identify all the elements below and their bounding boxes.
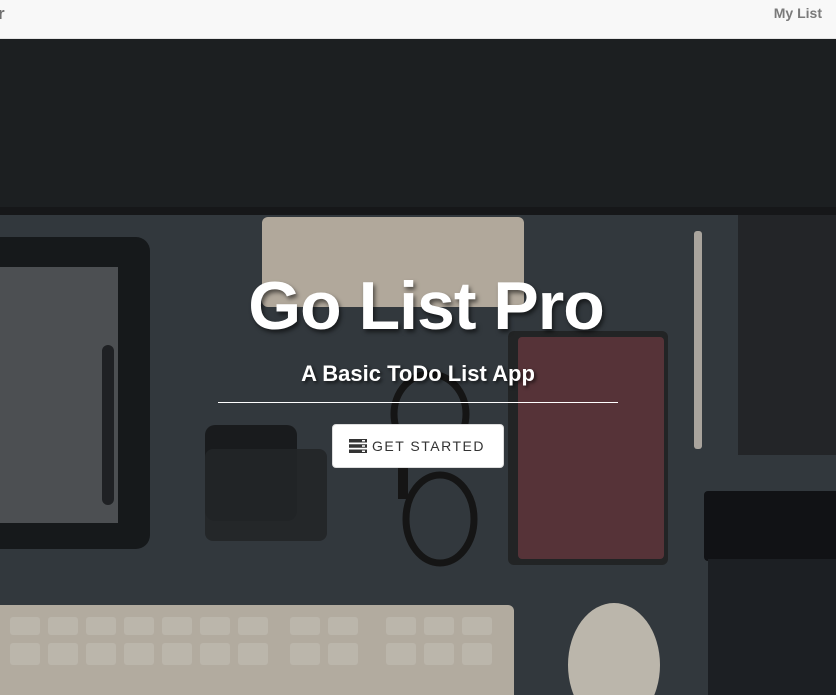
hero-content: Go List Pro A Basic ToDo List App GET ST… [0, 269, 836, 468]
hero-subtitle: A Basic ToDo List App [301, 361, 535, 386]
server-icon [349, 439, 368, 453]
navbar-brand[interactable]: r [0, 4, 5, 24]
nav-link-my-list[interactable]: My List [774, 5, 822, 21]
top-navbar: r My List [0, 0, 836, 39]
hero-divider [218, 402, 618, 403]
get-started-label: GET STARTED [372, 438, 485, 454]
hero-section: Go List Pro A Basic ToDo List App GET ST… [0, 39, 836, 695]
get-started-button[interactable]: GET STARTED [332, 424, 504, 468]
hero-title: Go List Pro [248, 268, 604, 344]
